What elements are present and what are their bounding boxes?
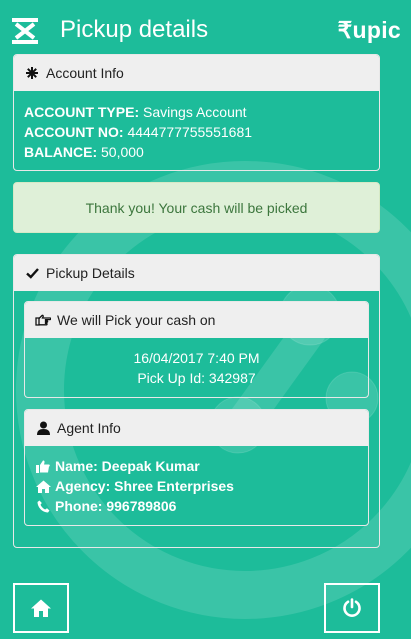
agent-info-title: Agent Info [57,420,121,436]
account-info-body: ACCOUNT TYPE: Savings Account ACCOUNT NO… [14,91,379,170]
account-info-title: Account Info [46,65,124,81]
account-info-panel: Account Info ACCOUNT TYPE: Savings Accou… [13,54,380,171]
account-type-label: ACCOUNT TYPE: [24,104,140,120]
account-type-row: ACCOUNT TYPE: Savings Account [24,102,369,122]
success-alert: Thank you! Your cash will be picked [13,182,380,233]
agent-name: Name: Deepak Kumar [55,458,200,474]
pickup-details-header: Pickup Details [14,255,379,291]
currency-menu-icon[interactable] [12,16,40,46]
account-number-value: 4444777755551681 [127,124,253,140]
logout-power-button[interactable] [324,583,380,633]
account-number-label: ACCOUNT NO: [24,124,124,140]
account-type-value: Savings Account [143,104,247,120]
account-info-header: Account Info [14,55,379,91]
agent-agency: Agency: Shree Enterprises [55,478,234,494]
pickup-details-panel: Pickup Details We will Pick your cash on… [13,254,380,548]
pickup-schedule-body: 16/04/2017 7:40 PM Pick Up Id: 342987 [25,338,368,397]
account-number-row: ACCOUNT NO: 4444777755551681 [24,122,369,142]
pickup-schedule-panel: We will Pick your cash on 16/04/2017 7:4… [24,301,369,398]
home-small-icon [35,478,51,494]
pickup-schedule-title: We will Pick your cash on [57,312,216,328]
page-title: Pickup details [60,16,209,43]
checkmark-icon [24,265,40,281]
pickup-datetime: 16/04/2017 7:40 PM [133,350,260,366]
thumbs-up-icon [35,458,51,474]
agent-info-body: Name: Deepak Kumar Agency: Shree Enterpr… [25,446,368,525]
pickup-details-title: Pickup Details [46,265,135,281]
power-icon [343,598,361,617]
brand-logo-text: ₹upic [337,17,401,43]
balance-value: 50,000 [101,144,144,160]
balance-label: BALANCE: [24,144,98,160]
agent-phone: Phone: 996789806 [55,498,177,514]
balance-row: BALANCE: 50,000 [24,142,369,162]
asterisk-icon [24,65,40,81]
app-header: Pickup details ₹upic [0,0,411,52]
agent-agency-row: Agency: Shree Enterprises [35,476,358,496]
user-icon [35,420,51,436]
home-button[interactable] [13,583,69,633]
agent-phone-row: Phone: 996789806 [35,496,358,516]
agent-info-panel: Agent Info Name: Deepak Kumar Agency: Sh… [24,409,369,526]
pickup-id: Pick Up Id: 342987 [137,370,256,386]
agent-info-header: Agent Info [25,410,368,446]
home-icon [31,599,51,617]
pickup-schedule-header: We will Pick your cash on [25,302,368,338]
phone-icon [35,498,51,514]
hand-pointing-icon [35,312,51,328]
agent-name-row: Name: Deepak Kumar [35,456,358,476]
